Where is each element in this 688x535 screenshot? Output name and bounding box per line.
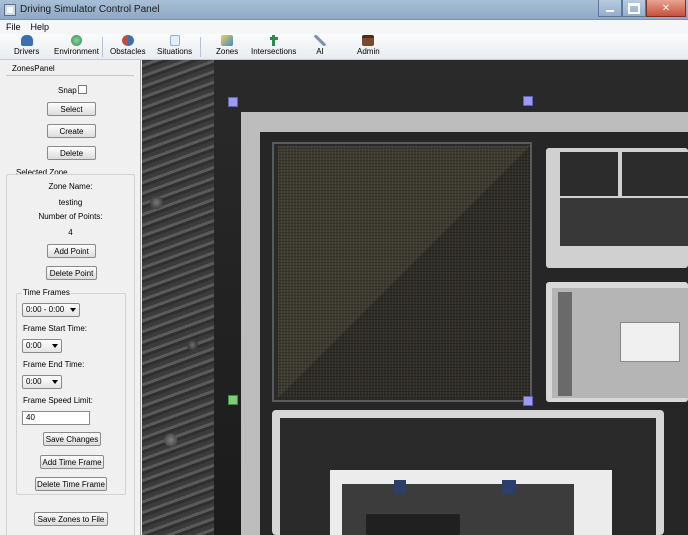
frame-end-label: Frame End Time: [23, 360, 85, 369]
time-frame-value: 0:00 - 0:00 [26, 305, 65, 314]
zone-name-label: Zone Name: [48, 182, 93, 191]
building-rooftop-unit [620, 322, 680, 362]
zone-area-texture [278, 146, 530, 398]
zone-point-marker[interactable] [523, 396, 533, 406]
zone-name-value: testing [58, 198, 83, 207]
maximize-icon [628, 3, 640, 14]
divider [6, 75, 134, 76]
menu-help[interactable]: Help [31, 22, 50, 32]
close-button[interactable]: ✕ [646, 0, 686, 17]
toolbar-separator [102, 37, 103, 57]
minimize-button[interactable] [598, 0, 622, 17]
num-points-value: 4 [68, 228, 73, 237]
toolbar-ai-button[interactable]: AI [314, 35, 326, 59]
toolbar-zones-button[interactable]: Zones [216, 35, 238, 59]
document-icon [169, 35, 180, 46]
toolbar-admin-button[interactable]: Admin [357, 35, 380, 59]
toolbar-label: AI [316, 47, 324, 56]
building-middle [560, 198, 688, 246]
select-button[interactable]: Select [47, 102, 96, 116]
toolbar-obstacles-button[interactable]: Obstacles [110, 35, 146, 59]
frame-end-select[interactable]: 0:00 [22, 375, 62, 389]
zone-point-marker[interactable] [523, 96, 533, 106]
chevron-down-icon [52, 344, 58, 348]
time-frame-select[interactable]: 0:00 - 0:00 [22, 303, 80, 317]
zone-point-marker[interactable] [228, 97, 238, 107]
snap-label: Snap [58, 86, 77, 95]
delete-button[interactable]: Delete [47, 146, 96, 160]
building-bottom-roof [366, 514, 460, 535]
num-points-label: Number of Points: [38, 212, 103, 221]
close-icon: ✕ [661, 2, 671, 14]
car-icon [20, 35, 33, 46]
building-top-left [560, 152, 618, 196]
toolbar-drivers-button[interactable]: Drivers [14, 35, 39, 59]
building-detail [502, 480, 516, 494]
save-changes-button[interactable]: Save Changes [43, 432, 101, 446]
toolbar-label: Intersections [251, 47, 297, 56]
toolbar-label: Drivers [14, 47, 40, 56]
toolbar: Drivers Environment Obstacles Situations… [0, 34, 688, 60]
toolbar-label: Environment [54, 47, 99, 56]
building-detail [394, 480, 406, 494]
toolbar-separator [200, 37, 201, 57]
chevron-down-icon [70, 308, 76, 312]
window-title: Driving Simulator Control Panel [20, 4, 160, 15]
building-wall [558, 292, 572, 396]
speed-limit-input[interactable]: 40 [22, 411, 90, 425]
menu-bar: File Help [0, 20, 688, 34]
ai-icon [314, 35, 326, 46]
maximize-button[interactable] [622, 0, 646, 17]
toolbar-label: Zones [216, 47, 239, 56]
simulation-viewport[interactable] [142, 60, 688, 535]
zone-point-marker-selected[interactable] [228, 395, 238, 405]
building-top-right [622, 152, 688, 196]
menu-file[interactable]: File [6, 22, 21, 32]
frame-start-select[interactable]: 0:00 [22, 339, 62, 353]
minimize-icon [606, 5, 614, 12]
intersection-icon [267, 35, 280, 46]
briefcase-icon [362, 35, 375, 46]
toolbar-label: Situations [157, 47, 193, 56]
time-frames-title: Time Frames [22, 288, 71, 297]
snap-checkbox[interactable] [78, 85, 87, 94]
toolbar-intersections-button[interactable]: Intersections [251, 35, 296, 59]
frame-start-label: Frame Start Time: [23, 324, 88, 333]
title-bar: Driving Simulator Control Panel ✕ [0, 0, 688, 20]
toolbar-label: Obstacles [110, 47, 146, 56]
save-zones-to-file-button[interactable]: Save Zones to File [34, 512, 108, 526]
speed-limit-label: Frame Speed Limit: [23, 396, 93, 405]
window-controls: ✕ [598, 0, 686, 17]
add-time-frame-button[interactable]: Add Time Frame [40, 455, 104, 469]
zones-icon [221, 35, 234, 46]
create-button[interactable]: Create [47, 124, 96, 138]
toolbar-label: Admin [357, 47, 380, 56]
zones-panel: ZonesPanel Snap Select Create Delete Sel… [0, 60, 141, 535]
obstacles-icon [121, 35, 134, 46]
app-icon [4, 4, 16, 16]
add-point-button[interactable]: Add Point [47, 244, 96, 258]
panel-title: ZonesPanel [12, 64, 55, 73]
frame-start-value: 0:00 [26, 341, 42, 350]
rock-terrain [142, 60, 214, 535]
globe-icon [70, 35, 82, 46]
delete-time-frame-button[interactable]: Delete Time Frame [35, 477, 107, 491]
delete-point-button[interactable]: Delete Point [46, 266, 97, 280]
toolbar-situations-button[interactable]: Situations [157, 35, 192, 59]
frame-end-value: 0:00 [26, 377, 42, 386]
chevron-down-icon [52, 380, 58, 384]
toolbar-environment-button[interactable]: Environment [54, 35, 99, 59]
